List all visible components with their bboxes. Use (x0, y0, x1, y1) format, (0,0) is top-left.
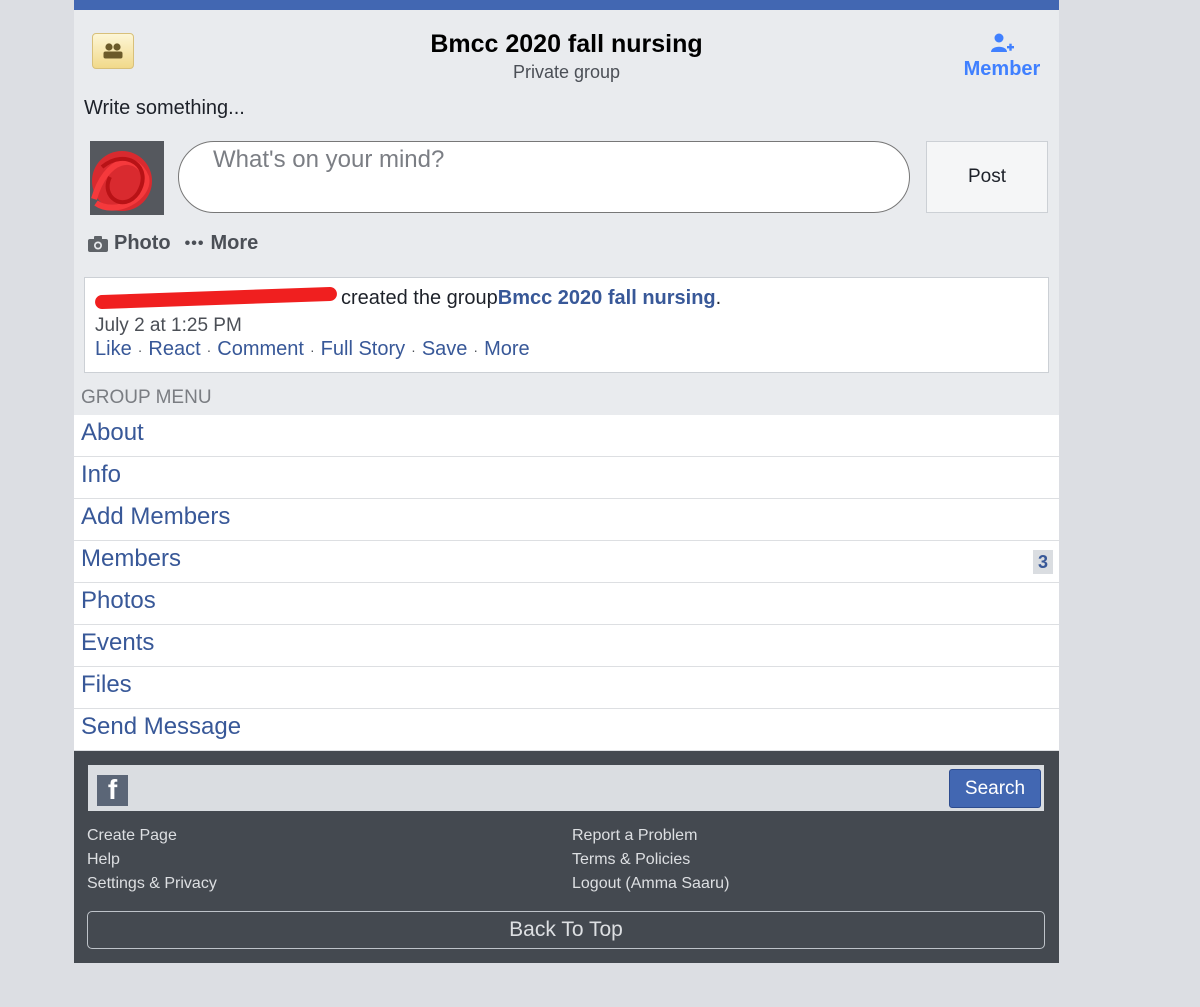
comment-link[interactable]: Comment (217, 338, 304, 360)
status-input[interactable]: What's on your mind? (178, 141, 910, 213)
like-link[interactable]: Like (95, 338, 132, 360)
ellipsis-icon: ••• (184, 234, 205, 252)
settings-privacy-link[interactable]: Settings & Privacy (87, 872, 217, 896)
footer-links-left: Create Page Help Settings & Privacy (87, 824, 217, 896)
story-text-before: created the group (341, 286, 498, 309)
react-link[interactable]: React (148, 338, 200, 360)
menu-item-label: Photos (81, 587, 156, 614)
group-header: Bmcc 2020 fall nursing Private group Mem… (74, 10, 1059, 92)
more-link[interactable]: More (484, 338, 530, 360)
redacted-name (94, 286, 338, 310)
create-page-link[interactable]: Create Page (87, 824, 217, 848)
story-group-link[interactable]: Bmcc 2020 fall nursing (498, 287, 716, 310)
separator: · (310, 342, 315, 358)
back-to-top-button[interactable]: Back To Top (87, 911, 1045, 949)
more-label: More (210, 232, 259, 254)
story-timestamp[interactable]: July 2 at 1:25 PM (95, 315, 1048, 337)
separator: · (411, 342, 416, 358)
save-link[interactable]: Save (422, 338, 468, 360)
separator: · (473, 342, 479, 358)
group-title: Bmcc 2020 fall nursing (430, 30, 703, 58)
photo-label: Photo (114, 232, 171, 254)
story-text-after: . (715, 286, 722, 309)
menu-item-label: About (81, 419, 144, 446)
menu-item-label: Members (81, 545, 182, 572)
footer-links-right: Report a Problem Terms & Policies Logout… (572, 824, 729, 896)
menu-item-label: Send Message (81, 713, 242, 740)
more-button[interactable]: ••• More (185, 232, 259, 255)
write-something-label: Write something... (84, 97, 245, 119)
members-count-badge: 3 (1033, 550, 1053, 574)
group-privacy: Private group (512, 62, 621, 82)
group-menu: GROUP MENU About Info Add Members Member… (74, 383, 1059, 751)
menu-item-info[interactable]: Info (74, 457, 1059, 499)
post-button[interactable]: Post (926, 141, 1048, 213)
terms-policies-link[interactable]: Terms & Policies (572, 848, 729, 872)
story-actions: Like · React · Comment · Full Story · Save · More (95, 338, 1048, 361)
logout-link[interactable]: Logout (Amma Saaru) (572, 872, 729, 896)
photo-button[interactable]: Photo (88, 232, 171, 255)
group-menu-header: GROUP MENU (74, 383, 1059, 415)
menu-item-label: Files (81, 671, 132, 698)
member-label: Member (963, 58, 1041, 80)
menu-item-label: Info (81, 461, 122, 488)
menu-item-send-message[interactable]: Send Message (74, 709, 1059, 751)
footer-search-bar: f Search (88, 765, 1044, 811)
story-card: created the group Bmcc 2020 fall nursing… (84, 277, 1049, 373)
camera-icon (88, 235, 108, 252)
menu-item-photos[interactable]: Photos (74, 583, 1059, 625)
composer-actions: Photo ••• More (88, 232, 272, 255)
search-button[interactable]: Search (949, 769, 1041, 808)
separator: · (206, 342, 212, 358)
menu-item-label: Add Members (81, 503, 231, 530)
menu-item-about[interactable]: About (74, 415, 1059, 457)
top-bar (74, 0, 1059, 10)
help-link[interactable]: Help (87, 848, 217, 872)
avatar[interactable] (90, 141, 164, 215)
menu-item-files[interactable]: Files (74, 667, 1059, 709)
full-story-link[interactable]: Full Story (321, 338, 405, 360)
facebook-logo-icon[interactable]: f (97, 775, 128, 806)
menu-item-events[interactable]: Events (74, 625, 1059, 667)
report-problem-link[interactable]: Report a Problem (572, 824, 729, 848)
menu-item-label: Events (81, 629, 155, 656)
person-add-icon (991, 33, 1014, 52)
member-button[interactable]: Member (957, 32, 1047, 81)
footer: f Search Create Page Help Settings & Pri… (74, 751, 1059, 963)
separator: · (137, 342, 143, 358)
menu-item-members[interactable]: Members 3 (74, 541, 1059, 583)
group-page: Bmcc 2020 fall nursing Private group Mem… (74, 0, 1059, 963)
story-text: created the group Bmcc 2020 fall nursing… (94, 286, 1048, 310)
menu-item-add-members[interactable]: Add Members (74, 499, 1059, 541)
